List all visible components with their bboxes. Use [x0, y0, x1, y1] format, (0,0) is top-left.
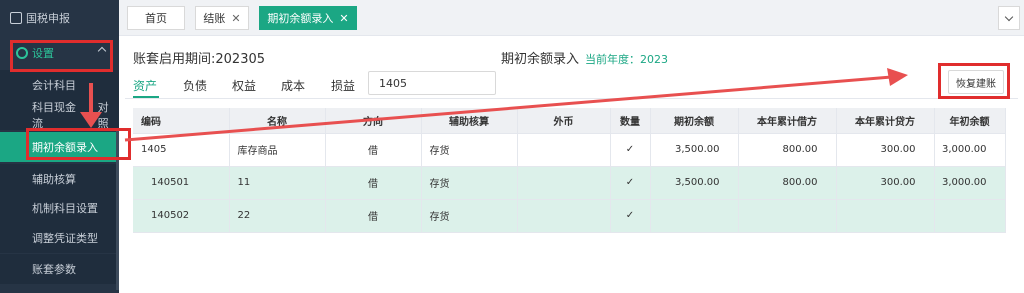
balance-table: 编码 名称 方向 辅助核算 外币 数量 期初余额 本年累计借方 本年累计贷方 年…	[133, 108, 1006, 233]
cell-name: 22	[229, 199, 326, 233]
cell-code: 140501	[133, 166, 230, 200]
annotation-box-settings	[10, 40, 113, 72]
column-header[interactable]: 名称	[229, 108, 326, 134]
column-header[interactable]: 本年累计贷方	[836, 108, 935, 134]
page-title-text: 期初余额录入	[501, 52, 580, 67]
tabs-bar: 首页 结账 ✕ 期初余额录入 ✕	[119, 0, 1024, 36]
column-header[interactable]: 期初余额	[650, 108, 739, 134]
tab-assets[interactable]: 资产	[133, 77, 157, 94]
sidebar-item-label: 科目现金流	[32, 101, 76, 130]
tab-label: 首页	[145, 12, 167, 25]
sidebar-item-auxiliary[interactable]: 辅助核算	[0, 164, 119, 194]
column-header[interactable]: 数量	[610, 108, 651, 134]
tab-cost[interactable]: 成本	[281, 77, 305, 94]
cell-auxiliary: 存货	[421, 133, 518, 167]
tab-home[interactable]: 首页	[127, 6, 185, 30]
sidebar-item-label: 辅助核算	[32, 173, 76, 186]
tab-equity[interactable]: 权益	[232, 77, 256, 94]
column-header[interactable]: 年初余额	[934, 108, 1006, 134]
cell-direction: 借	[325, 166, 422, 200]
tabs-dropdown-button[interactable]	[998, 6, 1020, 30]
cell-name: 11	[229, 166, 326, 200]
cell-opening-balance[interactable]: 3,500.00	[650, 166, 739, 200]
cell-currency[interactable]	[517, 166, 611, 200]
tab-label: 结账	[203, 12, 226, 25]
cell-code: 1405	[133, 133, 230, 167]
cell-auxiliary: 存货	[421, 199, 518, 233]
sidebar-item-label: 国税申报	[26, 12, 70, 25]
sidebar-item-accounts[interactable]: 会计科目	[0, 70, 119, 100]
cell-currency[interactable]	[517, 199, 611, 233]
cell-ytd-debit[interactable]	[738, 199, 837, 233]
cell-opening-balance[interactable]	[650, 199, 739, 233]
page-title: 期初余额录入 当前年度：2023	[501, 48, 668, 67]
sidebar-item-tax[interactable]: 国税申报	[0, 0, 119, 36]
table-row[interactable]: 140501 11 借 存货 ✓ 3,500.00 800.00 300.00 …	[133, 166, 1006, 200]
close-icon[interactable]: ✕	[231, 12, 240, 25]
sidebar-item-mech-accounts[interactable]: 机制科目设置	[0, 193, 119, 223]
column-header[interactable]: 编码	[133, 108, 230, 134]
cell-opening-balance[interactable]: 3,500.00	[650, 133, 739, 167]
tab-liabilities[interactable]: 负债	[183, 77, 207, 94]
cell-ytd-credit[interactable]	[836, 199, 935, 233]
sidebar-item-label: 机制科目设置	[32, 202, 98, 215]
cell-direction: 借	[325, 199, 422, 233]
sidebar-item-params[interactable]: 账套参数	[0, 254, 119, 284]
table-row[interactable]: 1405 库存商品 借 存货 ✓ 3,500.00 800.00 300.00 …	[133, 133, 1006, 167]
sidebar-item-voucher-types[interactable]: 调整凭证类型	[0, 223, 119, 253]
cell-ytd-debit[interactable]: 800.00	[738, 133, 837, 167]
start-period-label: 账套启用期间:202305	[133, 52, 266, 67]
column-header[interactable]: 辅助核算	[421, 108, 518, 134]
table-header-row: 编码 名称 方向 辅助核算 外币 数量 期初余额 本年累计借方 本年累计贷方 年…	[133, 108, 1006, 134]
tab-profit-loss[interactable]: 损益	[331, 77, 355, 94]
sidebar-item-label-suffix: 对照	[97, 101, 109, 130]
sidebar-item-label: 调整凭证类型	[32, 232, 98, 245]
check-icon: ✓	[610, 199, 651, 233]
divider	[125, 98, 1018, 99]
tab-opening-balance[interactable]: 期初余额录入 ✕	[259, 6, 357, 30]
sidebar-item-label: 账套参数	[32, 263, 76, 276]
sidebar-item-label: 会计科目	[32, 79, 76, 92]
column-header[interactable]: 外币	[517, 108, 611, 134]
tab-close-period[interactable]: 结账 ✕	[195, 6, 249, 30]
cell-year-opening: 3,000.00	[934, 166, 1006, 200]
annotation-box-opening-balance	[26, 128, 131, 160]
cell-currency[interactable]	[517, 133, 611, 167]
cell-ytd-credit[interactable]: 300.00	[836, 133, 935, 167]
check-icon: ✓	[610, 133, 651, 167]
cell-code: 140502	[133, 199, 230, 233]
search-input[interactable]: 1405	[368, 71, 496, 95]
main-panel: 账套启用期间:202305 期初余额录入 当前年度：2023 资产 负债 权益 成…	[125, 40, 1018, 293]
document-icon	[10, 12, 22, 24]
cell-name: 库存商品	[229, 133, 326, 167]
check-icon: ✓	[610, 166, 651, 200]
cell-ytd-credit[interactable]: 300.00	[836, 166, 935, 200]
column-header[interactable]: 本年累计借方	[738, 108, 837, 134]
cell-auxiliary: 存货	[421, 166, 518, 200]
annotation-box-restore	[938, 63, 1010, 99]
current-year-label: 当前年度：2023	[585, 53, 669, 66]
cell-direction: 借	[325, 133, 422, 167]
tab-label: 期初余额录入	[267, 12, 334, 25]
chevron-down-icon	[1004, 12, 1014, 22]
cell-year-opening: 3,000.00	[934, 133, 1006, 167]
close-icon[interactable]: ✕	[339, 12, 348, 25]
table-row[interactable]: 140502 22 借 存货 ✓	[133, 199, 1006, 233]
cell-ytd-debit[interactable]: 800.00	[738, 166, 837, 200]
sidebar-item-cashflow[interactable]: 科目现金流 对照	[0, 100, 119, 130]
column-header[interactable]: 方向	[325, 108, 422, 134]
cell-year-opening	[934, 199, 1006, 233]
